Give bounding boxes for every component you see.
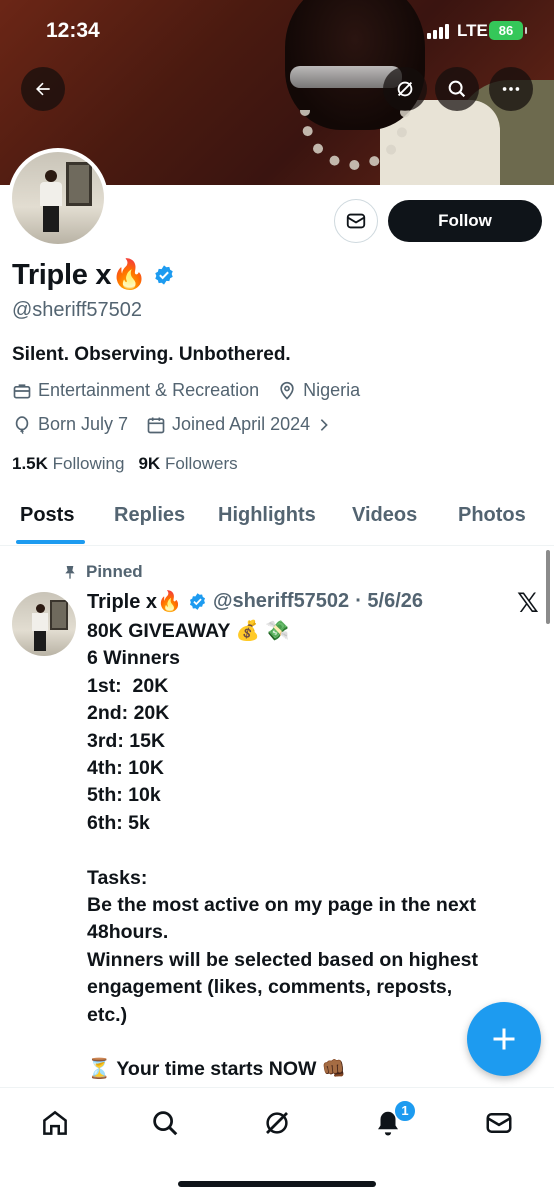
followers-count: 9K: [138, 454, 161, 473]
active-tab-indicator: [16, 540, 85, 544]
search-icon: [448, 80, 466, 98]
envelope-icon: [486, 1113, 512, 1133]
grok-icon: [397, 81, 413, 97]
profile-avatar[interactable]: [8, 148, 108, 248]
profile-meta-row-2: Born July 7 Joined April 2024: [12, 414, 346, 435]
x-logo-icon: 𝕏: [517, 588, 539, 619]
chevron-right-icon: [320, 418, 328, 431]
post-line: etc.): [87, 1003, 128, 1026]
signal-icon: [427, 24, 449, 39]
nav-messages[interactable]: [482, 1106, 516, 1140]
location-item: Nigeria: [277, 380, 360, 401]
battery-icon: 86: [489, 21, 527, 40]
envelope-icon: [346, 213, 366, 229]
search-button[interactable]: [435, 67, 479, 111]
balloon-icon: [15, 415, 29, 434]
verified-badge-icon: [189, 593, 205, 610]
follow-counts: 1.5K Following 9K Followers: [12, 454, 238, 474]
post-line: 6th: 5k: [87, 811, 150, 834]
post-line: 4th: 10K: [87, 757, 164, 780]
arrow-left-icon: [36, 82, 50, 96]
post-line: ⏳ Your time starts NOW 👊🏾: [87, 1058, 347, 1081]
category-label: Entertainment & Recreation: [38, 380, 260, 400]
post-line: 1st: 20K: [87, 674, 169, 697]
calendar-icon: [147, 417, 165, 433]
post-line: Tasks:: [87, 866, 148, 889]
verified-badge-icon[interactable]: [153, 264, 175, 286]
pinned-indicator: Pinned: [62, 562, 143, 582]
post-author-name[interactable]: Triple x🔥: [87, 589, 182, 614]
home-indicator[interactable]: [178, 1181, 376, 1187]
category-item: Entertainment & Recreation: [12, 380, 259, 401]
plus-icon: [493, 1028, 515, 1050]
post-line: Winners will be selected based on highes…: [87, 948, 478, 971]
avatar-photo: [12, 152, 104, 244]
search-icon: [153, 1111, 178, 1136]
following-count: 1.5K: [12, 454, 48, 473]
post-line: 5th: 10k: [87, 784, 161, 807]
tab-posts[interactable]: Posts: [20, 504, 74, 527]
grok-icon: [266, 1112, 288, 1134]
status-time: 12:34: [46, 19, 100, 42]
notification-badge: 1: [394, 1100, 416, 1122]
profile-tabs: Posts Replies Highlights Videos Photos: [0, 492, 554, 546]
post-text[interactable]: 80K GIVEAWAY 💰 💸 6 Winners 1st: 20K 2nd: 20…: [87, 618, 527, 1084]
location-label: Nigeria: [303, 380, 361, 400]
post-line: [87, 1029, 527, 1056]
followers-link[interactable]: 9K Followers: [138, 454, 237, 474]
nav-home[interactable]: [38, 1106, 72, 1140]
profile-handle: @sheriff57502: [12, 299, 143, 321]
followers-label: Followers: [164, 454, 238, 473]
network-type: LTE: [457, 21, 488, 40]
joined-item[interactable]: Joined April 2024: [146, 414, 332, 435]
tab-highlights[interactable]: Highlights: [218, 504, 316, 527]
tab-replies[interactable]: Replies: [114, 504, 185, 527]
tab-videos[interactable]: Videos: [352, 504, 417, 527]
pinned-label: Pinned: [86, 562, 143, 581]
status-bar: 12:34 LTE 86: [0, 0, 554, 60]
follow-button[interactable]: Follow: [388, 200, 542, 242]
post-line: 48hours.: [87, 921, 169, 944]
pin-icon: [65, 566, 75, 579]
tab-photos[interactable]: Photos: [458, 504, 526, 527]
nav-search[interactable]: [148, 1106, 182, 1140]
back-button[interactable]: [21, 67, 65, 111]
home-icon: [43, 1110, 67, 1135]
joined-label: Joined April 2024: [172, 414, 311, 434]
briefcase-icon: [13, 383, 31, 398]
post-line: 6 Winners: [87, 647, 181, 670]
location-pin-icon: [280, 381, 294, 400]
post-author-avatar[interactable]: [12, 592, 76, 656]
post-date: · 5/6/26: [355, 590, 424, 612]
message-button[interactable]: [334, 199, 378, 243]
nav-grok[interactable]: [260, 1106, 294, 1140]
post-header: Triple x🔥 @sheriff57502 · 5/6/26: [87, 589, 423, 614]
profile-meta-row-1: Entertainment & Recreation Nigeria: [12, 380, 374, 401]
post-line: 80K GIVEAWAY 💰 💸: [87, 620, 290, 642]
post-line: [87, 837, 527, 864]
born-label: Born July 7: [38, 414, 129, 434]
profile-name: Triple x🔥: [12, 259, 147, 291]
post-line: Be the most active on my page in the nex…: [87, 894, 477, 917]
more-button[interactable]: [489, 67, 533, 111]
post-author-handle[interactable]: @sheriff57502: [213, 590, 349, 613]
grok-button[interactable]: [383, 67, 427, 111]
post-line: 3rd: 15K: [87, 729, 166, 752]
following-label: Following: [52, 454, 125, 473]
profile-bio: Silent. Observing. Unbothered.: [12, 344, 291, 365]
post-line: engagement (likes, comments, reposts,: [87, 976, 453, 999]
scrollbar[interactable]: [546, 550, 550, 624]
post-line: 2nd: 20K: [87, 702, 170, 725]
profile-name-row: Triple x🔥: [12, 258, 175, 292]
more-icon: [502, 87, 520, 91]
compose-button[interactable]: [467, 1002, 541, 1076]
following-link[interactable]: 1.5K Following: [12, 454, 124, 474]
birthday-item: Born July 7: [12, 414, 128, 435]
